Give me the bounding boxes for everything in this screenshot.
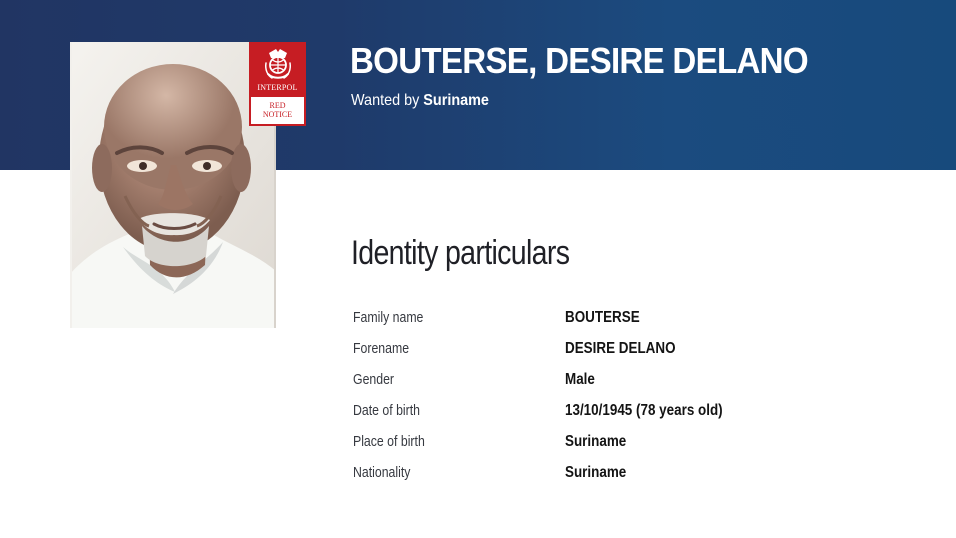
identity-row-family-name: Family name BOUTERSE	[353, 307, 873, 338]
identity-label: Family name	[353, 309, 424, 326]
red-notice-label: RED NOTICE	[251, 97, 304, 124]
identity-row-nationality: Nationality Suriname	[353, 462, 873, 493]
identity-value: 13/10/1945 (78 years old)	[565, 402, 723, 419]
notice-label: NOTICE	[262, 110, 293, 119]
red-label: RED	[269, 101, 286, 110]
identity-label: Gender	[353, 371, 395, 388]
identity-row-forename: Forename DESIRE DELANO	[353, 338, 873, 369]
identity-particulars-title: Identity particulars	[351, 234, 570, 272]
portrait-photo	[70, 42, 276, 328]
interpol-red-notice-badge: INTERPOL RED NOTICE	[249, 42, 306, 126]
identity-label: Date of birth	[353, 402, 421, 419]
wanted-person-name: BOUTERSE, DESIRE DELANO	[350, 40, 809, 81]
identity-row-gender: Gender Male	[353, 369, 873, 400]
identity-row-place-of-birth: Place of birth Suriname	[353, 431, 873, 462]
identity-value: Suriname	[565, 433, 627, 450]
portrait-image	[70, 42, 276, 328]
red-notice-page: INTERPOL RED NOTICE BOUTERSE, DESIRE DEL…	[0, 0, 956, 538]
identity-row-date-of-birth: Date of birth 13/10/1945 (78 years old)	[353, 400, 873, 431]
interpol-emblem-icon	[264, 49, 291, 79]
wanted-by-prefix: Wanted by	[351, 92, 420, 109]
identity-value: BOUTERSE	[565, 309, 640, 326]
identity-details: Family name BOUTERSE Forename DESIRE DEL…	[353, 307, 873, 493]
identity-label: Forename	[353, 340, 410, 357]
identity-value: DESIRE DELANO	[565, 340, 676, 357]
interpol-label: INTERPOL	[257, 83, 298, 92]
identity-label: Nationality	[353, 464, 411, 481]
identity-value: Suriname	[565, 464, 627, 481]
wanted-by-line: Wanted by Suriname	[351, 90, 489, 112]
identity-label: Place of birth	[353, 433, 425, 450]
identity-value: Male	[565, 371, 595, 388]
wanted-by-country: Suriname	[423, 92, 489, 109]
